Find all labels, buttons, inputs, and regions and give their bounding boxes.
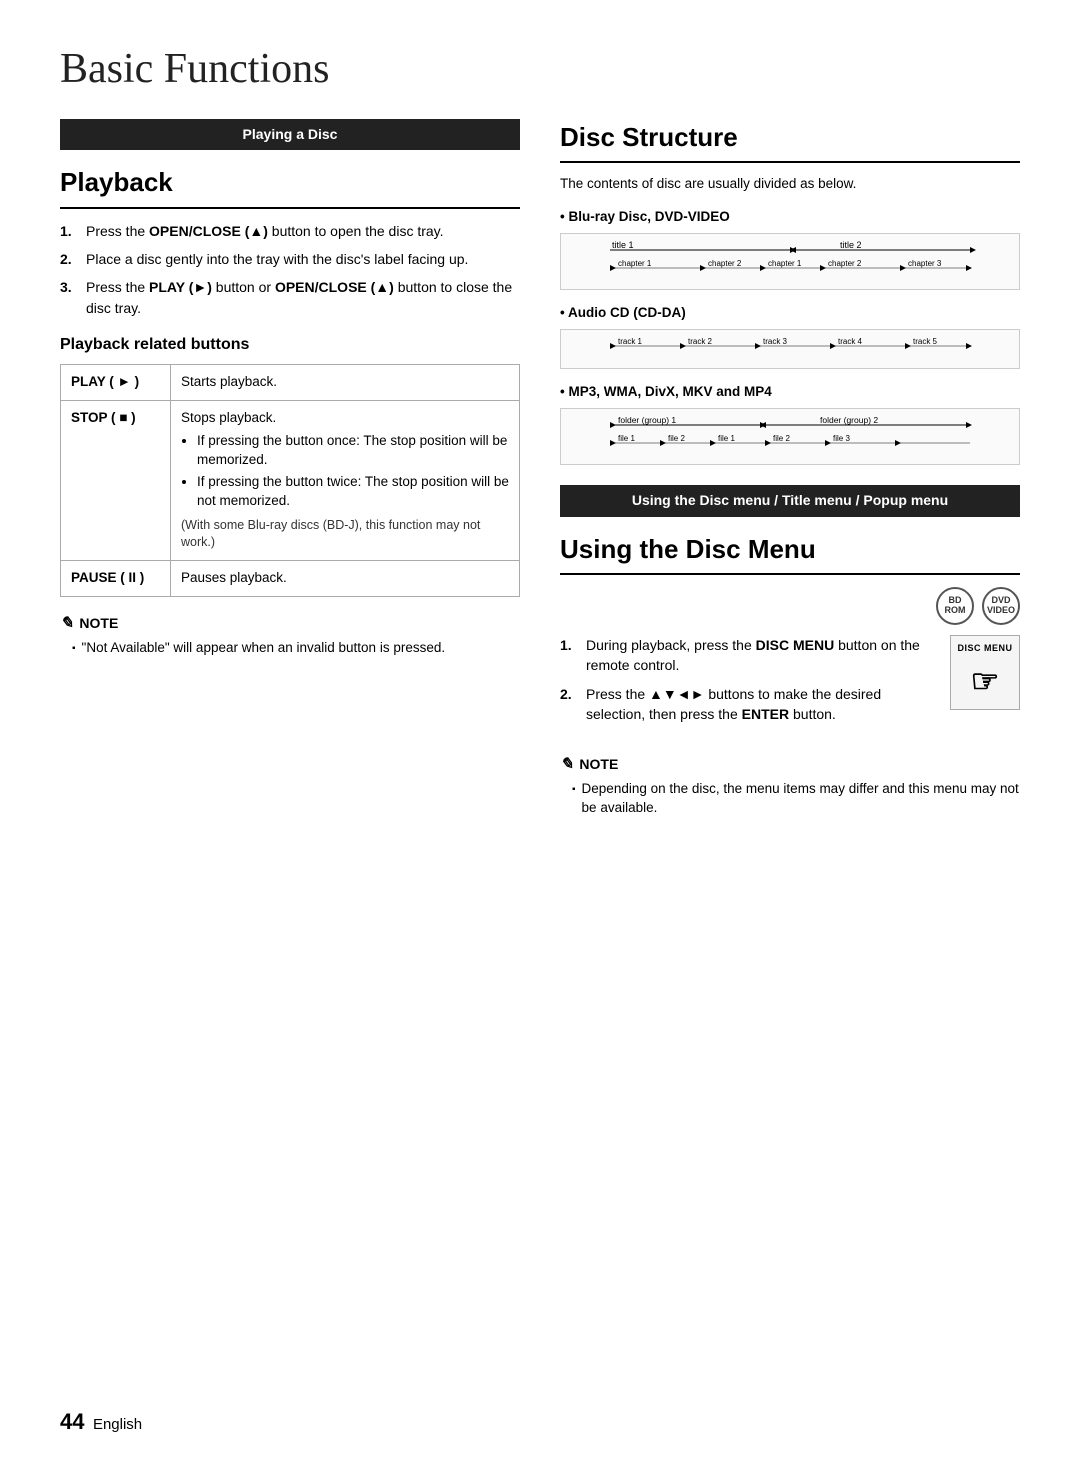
left-column: Playing a Disc Playback 1. Press the OPE… — [60, 119, 520, 661]
svg-text:track 1: track 1 — [618, 337, 643, 346]
disc-menu-area: 1. During playback, press the DISC MENU … — [560, 635, 1020, 738]
step-1: 1. Press the OPEN/CLOSE (▲) button to op… — [60, 221, 520, 241]
pause-value: Pauses playback. — [171, 560, 520, 596]
svg-text:file 1: file 1 — [718, 434, 735, 443]
left-note: ✎ NOTE "Not Available" will appear when … — [60, 613, 520, 658]
note-icon-right: ✎ — [560, 754, 573, 776]
hand-icon: ☞ — [971, 659, 1000, 704]
disc-menu-img-box: DISC MENU ☞ — [950, 635, 1020, 710]
disc-structure-heading: Disc Structure — [560, 119, 1020, 163]
left-note-list: "Not Available" will appear when an inva… — [60, 639, 520, 658]
svg-text:file 1: file 1 — [618, 434, 635, 443]
svg-text:file 3: file 3 — [833, 434, 850, 443]
disc-menu-image: DISC MENU ☞ — [950, 635, 1020, 710]
disc-type-mp3: MP3, WMA, DivX, MKV and MP4 — [560, 383, 1020, 402]
step-3: 3. Press the PLAY (►) button or OPEN/CLO… — [60, 277, 520, 318]
left-note-label: NOTE — [79, 614, 118, 634]
svg-text:track 2: track 2 — [688, 337, 713, 346]
svg-text:chapter 1: chapter 1 — [618, 259, 652, 268]
svg-text:track 4: track 4 — [838, 337, 863, 346]
step-2: 2. Place a disc gently into the tray wit… — [60, 249, 520, 269]
svg-text:chapter 2: chapter 2 — [828, 259, 862, 268]
disc-menu-img-label: DISC MENU — [957, 642, 1012, 655]
stop-key: STOP ( ■ ) — [61, 401, 171, 560]
disc-step-2: 2. Press the ▲▼◄► buttons to make the de… — [560, 684, 934, 725]
playback-steps: 1. Press the OPEN/CLOSE (▲) button to op… — [60, 221, 520, 318]
svg-text:chapter 3: chapter 3 — [908, 259, 942, 268]
svg-text:folder (group) 1: folder (group) 1 — [618, 415, 676, 425]
right-note-title: ✎ NOTE — [560, 754, 1020, 776]
pause-key: PAUSE ( II ) — [61, 560, 171, 596]
play-value: Starts playback. — [171, 365, 520, 401]
table-row-pause: PAUSE ( II ) Pauses playback. — [61, 560, 520, 596]
disc-menu-heading: Using the Disc Menu — [560, 531, 1020, 575]
bd-rom-icon: BDROM — [936, 587, 974, 625]
page-number: 44 — [60, 1409, 84, 1434]
page-footer: 44 English — [60, 1407, 142, 1438]
svg-text:title 2: title 2 — [840, 240, 862, 250]
svg-text:chapter 2: chapter 2 — [708, 259, 742, 268]
svg-text:chapter 1: chapter 1 — [768, 259, 802, 268]
page-title: Basic Functions — [60, 40, 1020, 99]
svg-text:title 1: title 1 — [612, 240, 634, 250]
stop-value: Stops playback. If pressing the button o… — [171, 401, 520, 560]
disc-structure-desc: The contents of disc are usually divided… — [560, 175, 1020, 194]
right-note-item: Depending on the disc, the menu items ma… — [572, 780, 1020, 818]
svg-text:track 5: track 5 — [913, 337, 938, 346]
left-note-item: "Not Available" will appear when an inva… — [72, 639, 520, 658]
right-note: ✎ NOTE Depending on the disc, the menu i… — [560, 754, 1020, 818]
right-note-list: Depending on the disc, the menu items ma… — [560, 780, 1020, 818]
right-note-label: NOTE — [579, 755, 618, 775]
table-row-play: PLAY ( ► ) Starts playback. — [61, 365, 520, 401]
disc-type-audiocd: Audio CD (CD-DA) — [560, 304, 1020, 323]
dvd-video-icon: DVDVIDEO — [982, 587, 1020, 625]
playback-table: PLAY ( ► ) Starts playback. STOP ( ■ ) S… — [60, 364, 520, 596]
note-icon: ✎ — [60, 613, 73, 635]
disc-icons-row: BDROM DVDVIDEO — [560, 587, 1020, 625]
right-column: Disc Structure The contents of disc are … — [560, 119, 1020, 821]
svg-text:file 2: file 2 — [668, 434, 685, 443]
audiocd-timeline: track 1 track 2 track 3 track 4 track 5 — [560, 329, 1020, 368]
svg-text:folder (group) 2: folder (group) 2 — [820, 415, 878, 425]
playback-buttons-heading: Playback related buttons — [60, 334, 520, 356]
disc-step-1: 1. During playback, press the DISC MENU … — [560, 635, 934, 676]
playing-disc-banner: Playing a Disc — [60, 119, 520, 151]
svg-text:track 3: track 3 — [763, 337, 788, 346]
svg-text:file 2: file 2 — [773, 434, 790, 443]
playback-heading: Playback — [60, 164, 520, 208]
page-language: English — [93, 1416, 142, 1433]
disc-menu-steps: 1. During playback, press the DISC MENU … — [560, 635, 934, 738]
table-row-stop: STOP ( ■ ) Stops playback. If pressing t… — [61, 401, 520, 560]
disc-menu-numbered: 1. During playback, press the DISC MENU … — [560, 635, 934, 724]
mp3-timeline: folder (group) 1 folder (group) 2 file 1… — [560, 408, 1020, 465]
left-note-title: ✎ NOTE — [60, 613, 520, 635]
bluray-timeline: title 1 title 2 chapter 1 chapter 2 chap… — [560, 233, 1020, 290]
disc-menu-banner: Using the Disc menu / Title menu / Popup… — [560, 485, 1020, 517]
play-key: PLAY ( ► ) — [61, 365, 171, 401]
disc-type-bluray: Blu-ray Disc, DVD-VIDEO — [560, 208, 1020, 227]
